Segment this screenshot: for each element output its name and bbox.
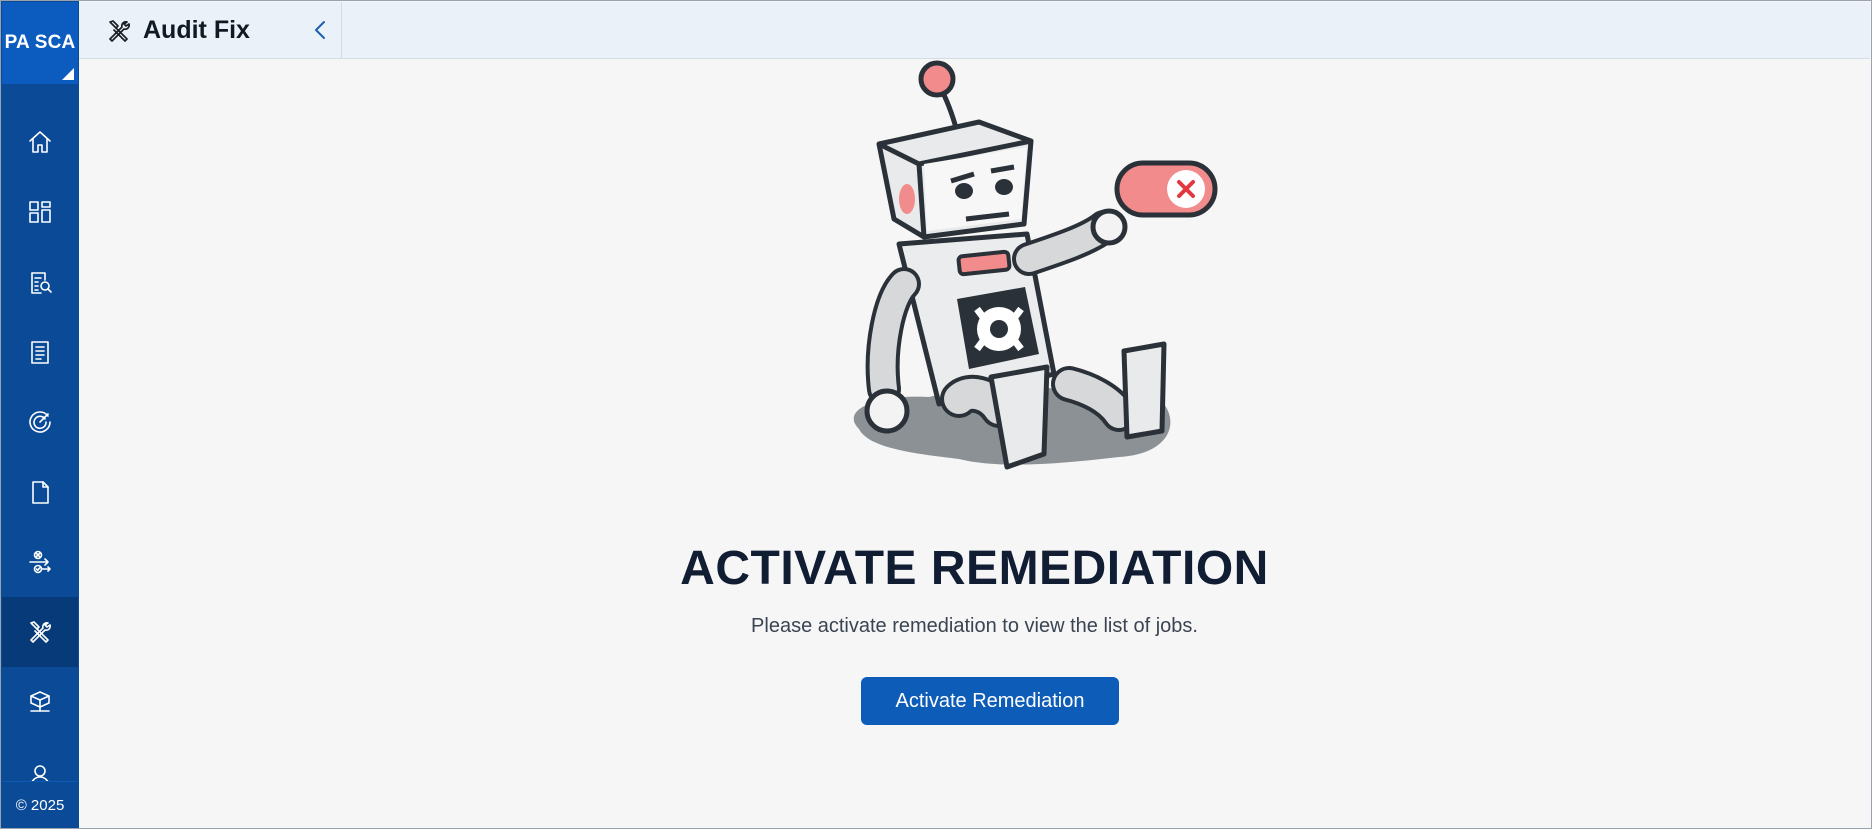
empty-state-description: Please activate remediation to view the … <box>751 615 1198 637</box>
collapse-panel-button[interactable] <box>307 16 333 44</box>
brand-label: PA SCA <box>4 32 76 53</box>
tools-icon <box>30 621 51 643</box>
sidebar-item-files[interactable] <box>2 457 78 527</box>
deploy-box-icon <box>30 691 50 712</box>
page-title: Audit Fix <box>143 16 250 44</box>
gauge-icon <box>29 411 51 433</box>
sidebar: PA SCA © 2025 <box>1 1 79 828</box>
file-icon <box>32 481 49 504</box>
sidebar-item-audit-fix[interactable] <box>2 597 78 667</box>
dashboard-icon <box>29 201 51 223</box>
brand-logo[interactable]: PA SCA <box>2 2 78 84</box>
sidebar-item-home[interactable] <box>2 107 78 177</box>
header-tab: Audit Fix <box>79 2 342 59</box>
app-window: PA SCA © 2025 Audit Fix ACTIVATE REMEDIA… <box>0 0 1872 829</box>
audit-report-icon <box>31 272 52 294</box>
home-icon <box>29 131 51 153</box>
sidebar-item-audit[interactable] <box>2 247 78 317</box>
robot-illustration <box>853 60 1218 470</box>
sidebar-item-workflow[interactable] <box>2 527 78 597</box>
sidebar-item-monitoring[interactable] <box>2 387 78 457</box>
page-header: Audit Fix <box>79 2 1870 59</box>
empty-state-title: ACTIVATE REMEDIATION <box>680 542 1269 595</box>
sidebar-item-dashboard[interactable] <box>2 177 78 247</box>
tools-icon <box>105 17 133 45</box>
sidebar-item-deploy[interactable] <box>2 667 78 737</box>
document-list-icon <box>31 341 49 364</box>
workflow-icon <box>29 550 51 574</box>
copyright-text: © 2025 <box>2 781 78 828</box>
activate-remediation-button[interactable]: Activate Remediation <box>861 677 1119 725</box>
brand-menu-corner-icon <box>62 68 74 80</box>
chevron-left-icon <box>315 21 325 39</box>
sidebar-item-reports[interactable] <box>2 317 78 387</box>
sidebar-item-profile[interactable] <box>2 737 78 787</box>
main-content: ACTIVATE REMEDIATION Please activate rem… <box>79 59 1870 827</box>
